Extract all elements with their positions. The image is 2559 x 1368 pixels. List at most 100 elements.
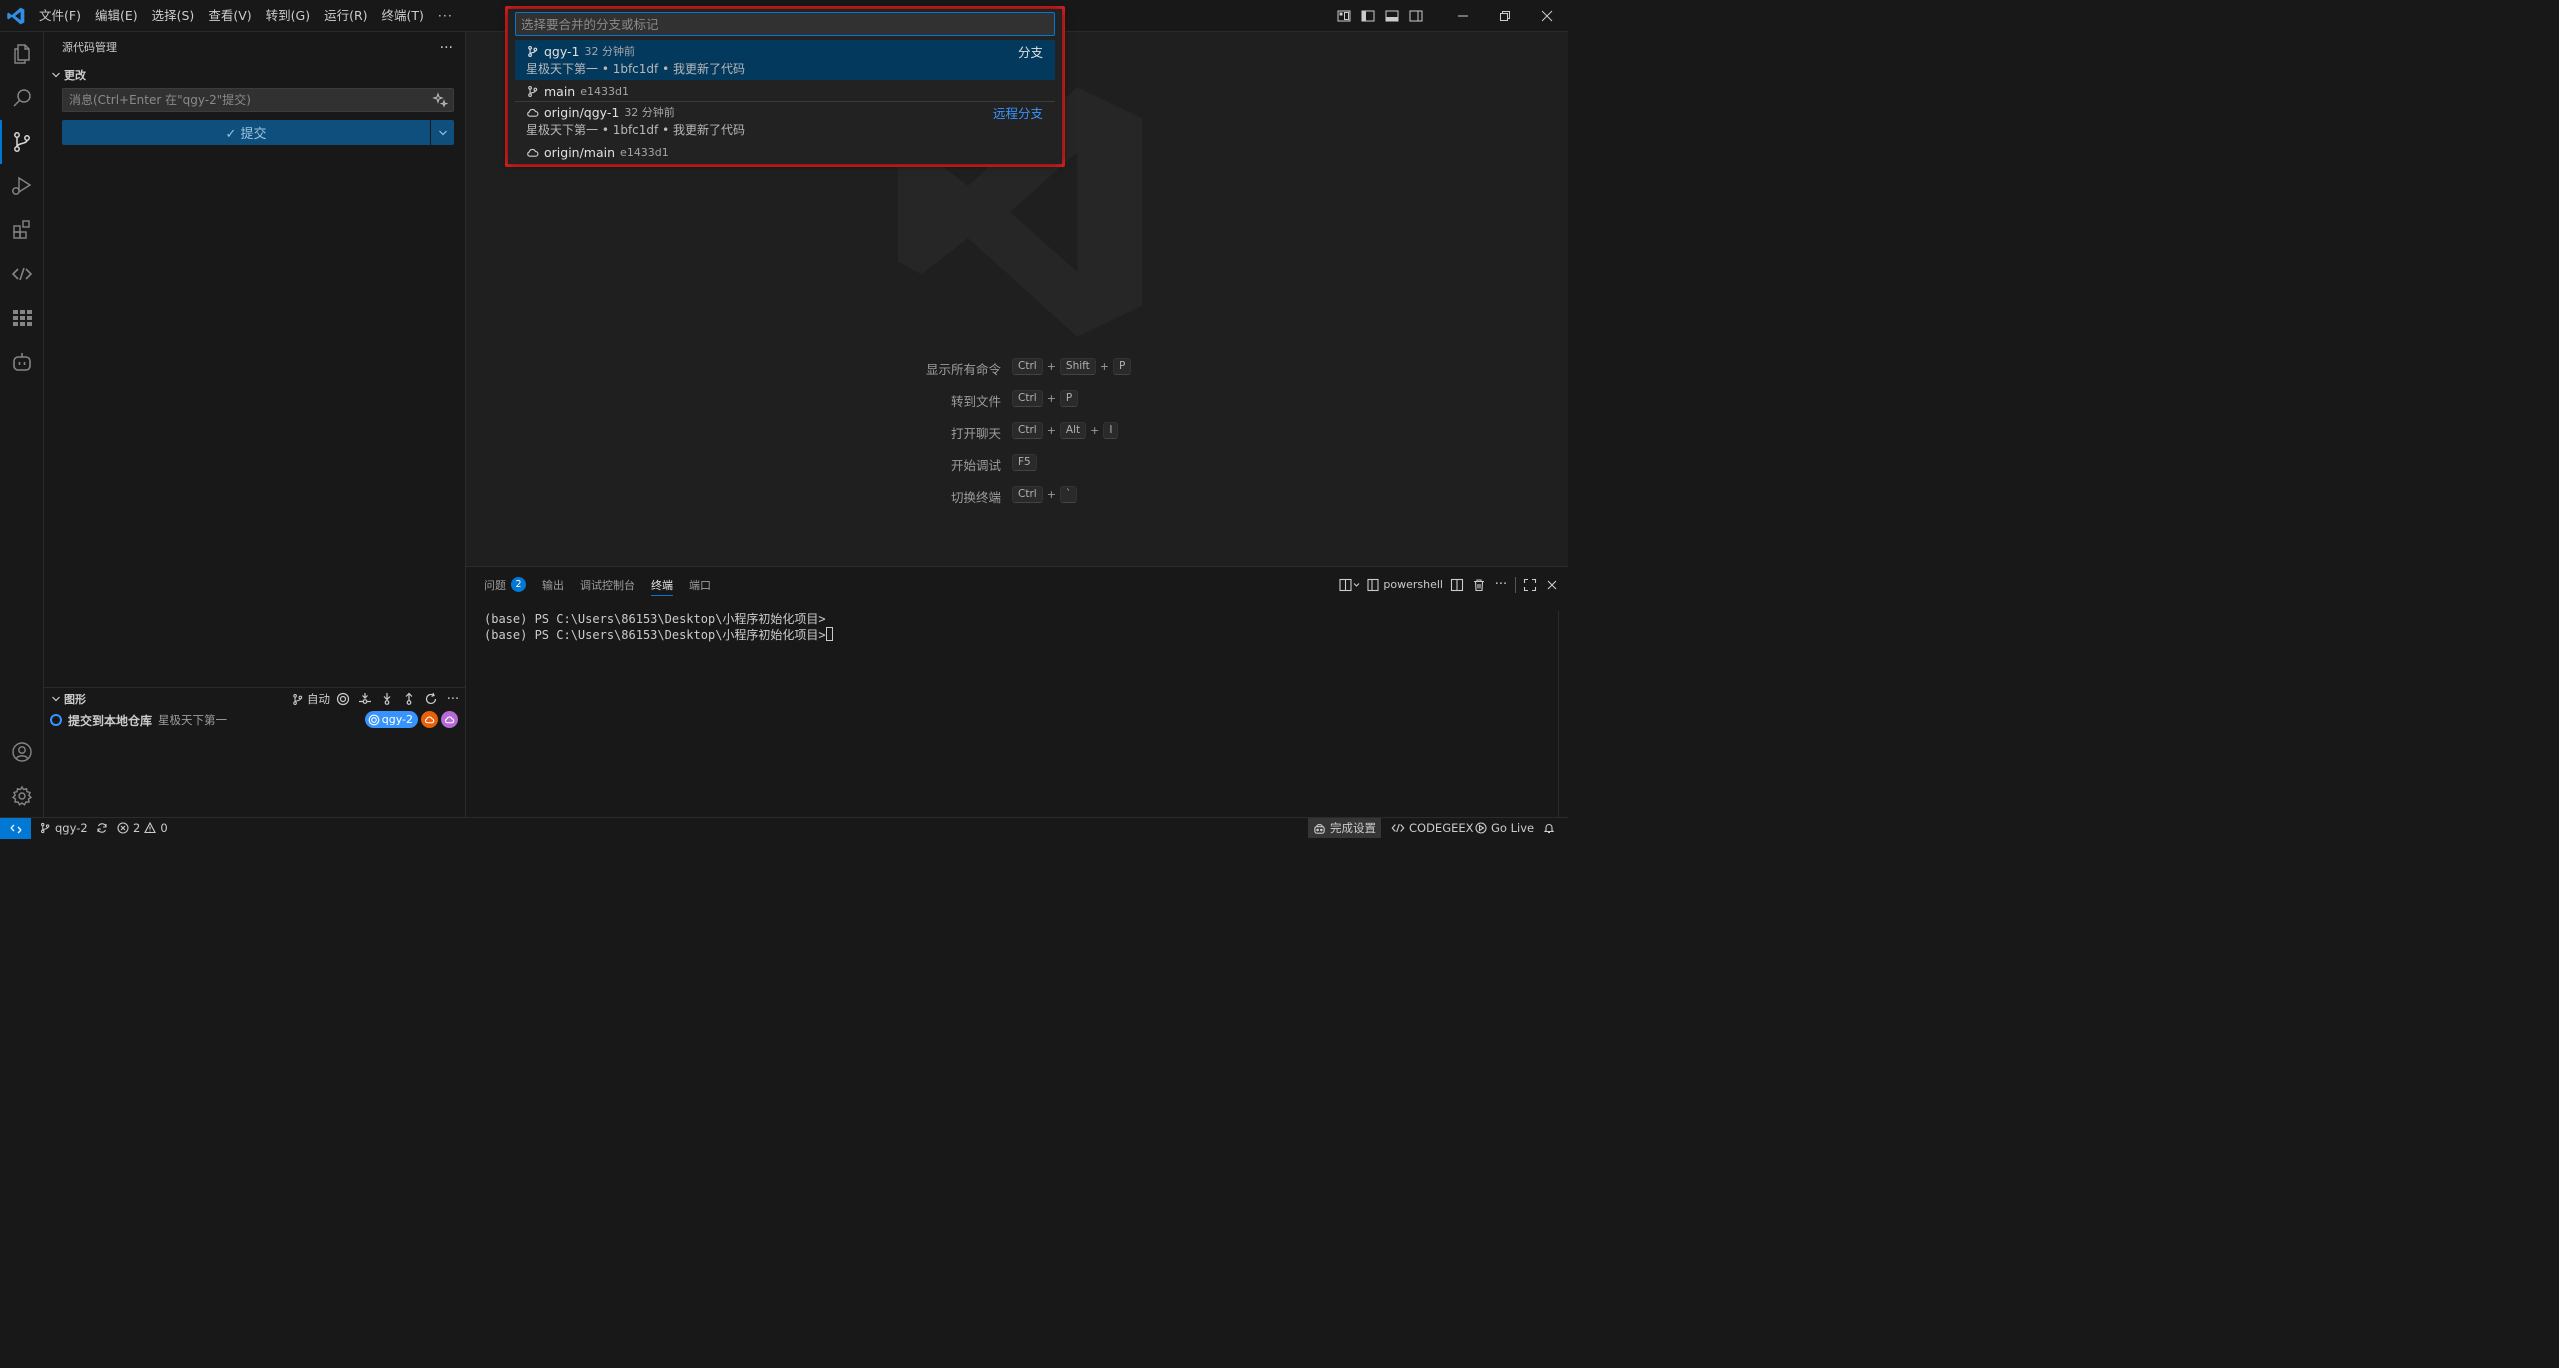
graph-ref-badges: qgy-2 <box>364 711 458 728</box>
menu-more-button[interactable]: ··· <box>431 5 460 27</box>
terminal-instance[interactable]: powershell <box>1367 575 1443 595</box>
commit-message-input[interactable] <box>63 89 423 111</box>
shortcut-open-chat[interactable]: 打开聊天 Ctrl + Alt + I <box>466 421 1568 441</box>
key-cap: P <box>1113 358 1132 375</box>
menu-go[interactable]: 转到(G) <box>259 5 317 27</box>
remote-explorer-icon[interactable] <box>0 252 44 296</box>
settings-gear-icon[interactable] <box>0 774 44 818</box>
quickpick-item-origin-qgy-1[interactable]: origin/qgy-1 32 分钟前 星极天下第一 • 1bfc1df • 我… <box>515 101 1055 141</box>
commit-options-dropdown[interactable] <box>431 120 454 145</box>
status-branch[interactable]: qgy-2 <box>34 818 113 838</box>
terminal-output[interactable]: (base) PS C:\Users\86153\Desktop\小程序初始化项… <box>484 611 833 643</box>
quickpick-item-detail: 星极天下第一 • 1bfc1df • 我更新了代码 <box>526 123 745 137</box>
menu-file[interactable]: 文件(F) <box>32 5 88 27</box>
tab-ports[interactable]: 端口 <box>681 567 719 602</box>
toggle-panel-icon[interactable] <box>1380 0 1404 32</box>
branch-icon <box>528 85 538 97</box>
terminal-scrollbar[interactable] <box>1558 611 1568 818</box>
minimize-icon[interactable] <box>1442 0 1484 32</box>
tab-problems[interactable]: 问题 2 <box>476 567 534 602</box>
shortcut-keys: Ctrl + Shift + P <box>1012 358 1132 375</box>
graph-toolbar: 自动 ··· <box>291 688 462 710</box>
notifications-bell-icon[interactable] <box>1538 818 1560 838</box>
quickpick-item-main[interactable]: main e1433d1 <box>515 80 1055 100</box>
commit-node-icon <box>50 714 62 726</box>
key-cap: Alt <box>1059 422 1087 439</box>
quickpick-item-desc: 32 分钟前 <box>624 106 675 119</box>
shortcut-show-all-commands[interactable]: 显示所有命令 Ctrl + Shift + P <box>466 357 1568 377</box>
tab-debug-console[interactable]: 调试控制台 <box>572 567 643 602</box>
status-error-count: 2 <box>133 821 141 835</box>
status-finish-setup[interactable]: 完成设置 <box>1308 818 1381 838</box>
graph-section-label: 图形 <box>64 693 86 706</box>
tab-terminal[interactable]: 终端 <box>643 567 681 602</box>
bottom-panel: 问题 2 输出 调试控制台 终端 端口 powershell ··· (base… <box>466 566 1568 818</box>
commit-button[interactable]: ✓ 提交 <box>62 120 430 145</box>
quickpick-input[interactable] <box>515 12 1055 36</box>
close-panel-icon[interactable] <box>1544 575 1560 595</box>
shortcut-start-debugging[interactable]: 开始调试 F5 <box>466 453 1568 473</box>
search-icon[interactable] <box>0 76 44 120</box>
shortcut-go-to-file[interactable]: 转到文件 Ctrl + P <box>466 389 1568 409</box>
status-setup-label: 完成设置 <box>1330 821 1376 835</box>
status-go-live[interactable]: Go Live <box>1470 818 1539 838</box>
graph-commit-row[interactable]: 提交到本地仓库 星极天下第一 qgy-2 <box>48 709 462 731</box>
push-icon[interactable] <box>400 690 418 708</box>
sync-icon <box>97 823 107 833</box>
extensions-icon[interactable] <box>0 208 44 252</box>
fetch-icon[interactable] <box>356 690 374 708</box>
sidebar-more-actions-button[interactable]: ··· <box>440 40 453 56</box>
panel-more-actions-button[interactable]: ··· <box>1493 575 1509 595</box>
graph-more-actions-button[interactable]: ··· <box>444 690 462 708</box>
key-cap: ` <box>1059 486 1078 503</box>
menu-run[interactable]: 运行(R) <box>317 5 374 27</box>
refresh-icon[interactable] <box>422 690 440 708</box>
toggle-secondary-sidebar-icon[interactable] <box>1404 0 1428 32</box>
new-terminal-split-dropdown[interactable] <box>1339 575 1361 595</box>
changes-section-label: 更改 <box>64 69 86 82</box>
chevron-down-icon <box>438 130 447 135</box>
status-problems[interactable]: 2 0 <box>112 818 173 838</box>
ai-assistant-robot-icon[interactable] <box>0 340 44 384</box>
graph-target-icon[interactable] <box>334 690 352 708</box>
split-terminal-icon[interactable] <box>1449 575 1465 595</box>
key-cap: P <box>1059 390 1079 407</box>
graph-section-header[interactable]: 图形 自动 ··· <box>48 688 462 710</box>
restore-icon[interactable] <box>1484 0 1526 32</box>
graph-auto-branch-button[interactable]: 自动 <box>291 690 330 708</box>
customize-layout-icon[interactable] <box>1332 0 1356 32</box>
close-window-icon[interactable] <box>1526 0 1568 32</box>
menu-edit[interactable]: 编辑(E) <box>88 5 145 27</box>
quickpick-item-origin-main[interactable]: origin/main e1433d1 <box>515 141 1055 161</box>
pull-icon[interactable] <box>378 690 396 708</box>
kill-terminal-trash-icon[interactable] <box>1471 575 1487 595</box>
terminal-line: (base) PS C:\Users\86153\Desktop\小程序初始化项… <box>484 612 826 626</box>
warning-icon <box>144 822 157 834</box>
status-codegeex[interactable]: CODEGEEX <box>1386 818 1479 838</box>
graph-auto-label: 自动 <box>307 692 330 706</box>
menu-terminal[interactable]: 终端(T) <box>375 5 431 27</box>
menu-view[interactable]: 查看(V) <box>201 5 258 27</box>
terminal-prompt-line: (base) PS C:\Users\86153\Desktop\小程序初始化项… <box>484 627 833 643</box>
maximize-panel-icon[interactable] <box>1522 575 1538 595</box>
key-cap: Ctrl <box>1012 486 1043 503</box>
shortcut-toggle-terminal[interactable]: 切换终端 Ctrl + ` <box>466 485 1568 505</box>
account-icon[interactable] <box>0 730 44 774</box>
run-debug-icon[interactable] <box>0 164 44 208</box>
title-bar-controls <box>1332 0 1568 32</box>
key-cap: Ctrl <box>1012 422 1043 439</box>
status-go-live-label: Go Live <box>1491 821 1535 835</box>
tab-output[interactable]: 输出 <box>534 567 572 602</box>
quickpick-item-qgy-1[interactable]: qgy-1 32 分钟前 星极天下第一 • 1bfc1df • 我更新了代码 分… <box>515 40 1055 80</box>
menu-selection[interactable]: 选择(S) <box>145 5 202 27</box>
apps-grid-icon[interactable] <box>0 296 44 340</box>
explorer-icon[interactable] <box>0 32 44 76</box>
toggle-primary-sidebar-icon[interactable] <box>1356 0 1380 32</box>
status-warning-count: 0 <box>160 821 168 835</box>
terminal-name: powershell <box>1383 578 1443 591</box>
source-control-icon[interactable] <box>0 120 44 164</box>
remote-indicator-icon[interactable] <box>0 818 31 839</box>
changes-section-header[interactable]: 更改 <box>48 64 86 86</box>
quickpick-item-desc: e1433d1 <box>580 84 629 98</box>
generate-commit-message-sparkle-icon[interactable] <box>432 92 449 111</box>
